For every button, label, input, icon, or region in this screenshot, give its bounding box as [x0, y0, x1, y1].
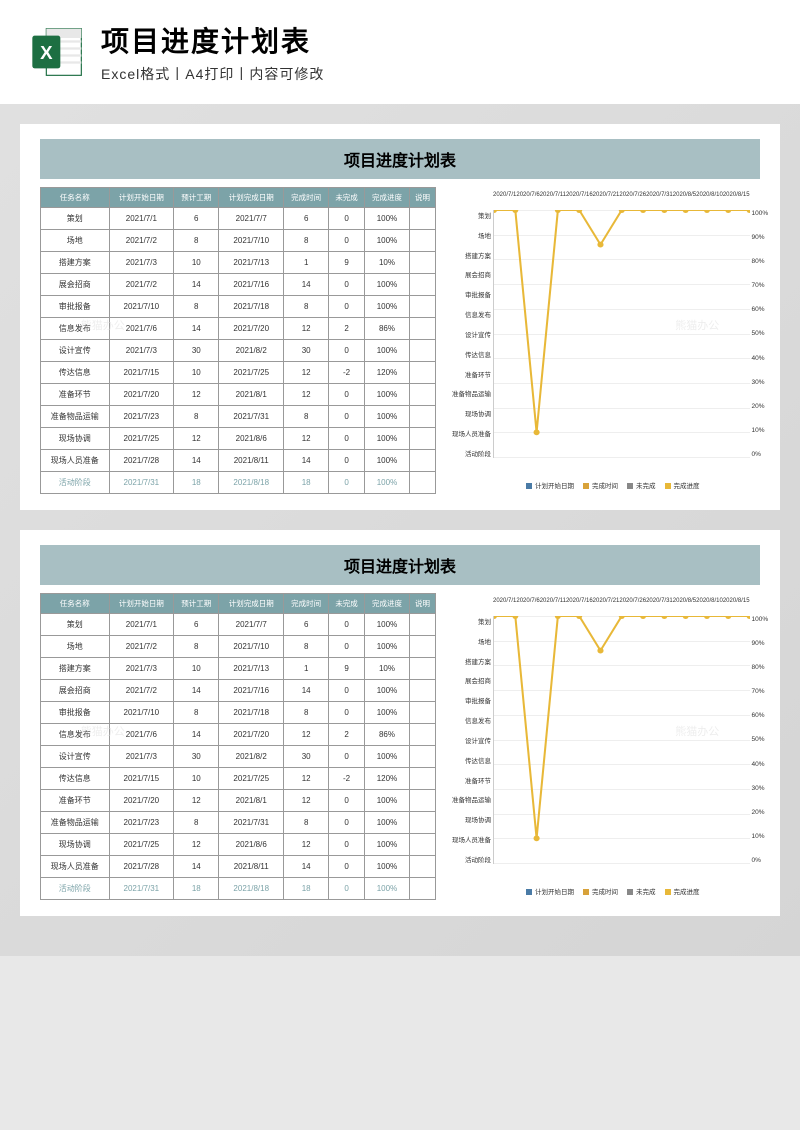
- table-row: 现场人员准备2021/7/28142021/8/11140100%: [41, 856, 436, 878]
- panel-title: 项目进度计划表: [48, 147, 752, 171]
- chart-legend: 计划开始日期完成时间未完成完成进度: [451, 480, 772, 490]
- chart-plot-area: [493, 616, 750, 864]
- table-row: 策划2021/7/162021/7/760100%: [41, 208, 436, 230]
- svg-text:X: X: [40, 42, 53, 63]
- table-summary-row: 活动阶段2021/7/31182021/8/18180100%: [41, 472, 436, 494]
- progress-chart: 2020/7/12020/7/62020/7/112020/7/162020/7…: [446, 593, 777, 901]
- table-row: 搭建方案2021/7/3102021/7/131910%: [41, 252, 436, 274]
- table-row: 场地2021/7/282021/7/1080100%: [41, 230, 436, 252]
- preview-area: 熊猫办公 熊猫办公 项目进度计划表 任务名称计划开始日期预计工期计划完成日期完成…: [0, 104, 800, 956]
- watermark: 熊猫办公: [81, 317, 125, 333]
- table-row: 准备环节2021/7/20122021/8/1120100%: [41, 384, 436, 406]
- chart-y-categories: 策划场地搭建方案展会招商审批报备信息发布设计宣传传达信息准备环节准备物品运输现场…: [451, 616, 491, 864]
- table-row: 展会招商2021/7/2142021/7/16140100%: [41, 274, 436, 296]
- table-row: 准备环节2021/7/20122021/8/1120100%: [41, 790, 436, 812]
- watermark: 熊猫办公: [81, 723, 125, 739]
- table-row: 策划2021/7/162021/7/760100%: [41, 614, 436, 636]
- chart-legend: 计划开始日期完成时间未完成完成进度: [451, 886, 772, 896]
- table-row: 准备物品运输2021/7/2382021/7/3180100%: [41, 406, 436, 428]
- chart-plot-area: [493, 210, 750, 458]
- header-text: 项目进度计划表 Excel格式丨A4打印丨内容可修改: [101, 20, 324, 84]
- table-header-row: 任务名称计划开始日期预计工期计划完成日期完成时间未完成完成进度说明: [41, 188, 436, 208]
- page-title: 项目进度计划表: [101, 20, 324, 60]
- table-row: 现场人员准备2021/7/28142021/8/11140100%: [41, 450, 436, 472]
- preview-page-1: 熊猫办公 熊猫办公 项目进度计划表 任务名称计划开始日期预计工期计划完成日期完成…: [20, 124, 780, 510]
- table-row: 传达信息2021/7/15102021/7/2512-2120%: [41, 768, 436, 790]
- table-row: 审批报备2021/7/1082021/7/1880100%: [41, 702, 436, 724]
- table-header-row: 任务名称计划开始日期预计工期计划完成日期完成时间未完成完成进度说明: [41, 594, 436, 614]
- table-row: 现场协调2021/7/25122021/8/6120100%: [41, 428, 436, 450]
- chart-y-pct: 100%90%80%70%60%50%40%30%20%10%0%: [752, 616, 772, 864]
- data-table: 任务名称计划开始日期预计工期计划完成日期完成时间未完成完成进度说明 策划2021…: [40, 593, 436, 901]
- table-row: 设计宣传2021/7/3302021/8/2300100%: [41, 746, 436, 768]
- excel-icon: X: [30, 24, 86, 80]
- table-row: 传达信息2021/7/15102021/7/2512-2120%: [41, 362, 436, 384]
- table-row: 场地2021/7/282021/7/1080100%: [41, 636, 436, 658]
- progress-chart: 2020/7/12020/7/62020/7/112020/7/162020/7…: [446, 187, 777, 495]
- table-row: 现场协调2021/7/25122021/8/6120100%: [41, 834, 436, 856]
- chart-y-categories: 策划场地搭建方案展会招商审批报备信息发布设计宣传传达信息准备环节准备物品运输现场…: [451, 210, 491, 458]
- panel-title-bar: 项目进度计划表: [40, 139, 760, 179]
- table-row: 展会招商2021/7/2142021/7/16140100%: [41, 680, 436, 702]
- table-row: 设计宣传2021/7/3302021/8/2300100%: [41, 340, 436, 362]
- table-row: 准备物品运输2021/7/2382021/7/3180100%: [41, 812, 436, 834]
- panel-title: 项目进度计划表: [48, 553, 752, 577]
- header: X 项目进度计划表 Excel格式丨A4打印丨内容可修改: [0, 0, 800, 104]
- chart-y-pct: 100%90%80%70%60%50%40%30%20%10%0%: [752, 210, 772, 458]
- table-summary-row: 活动阶段2021/7/31182021/8/18180100%: [41, 878, 436, 900]
- preview-page-2: 熊猫办公 熊猫办公 项目进度计划表 任务名称计划开始日期预计工期计划完成日期完成…: [20, 530, 780, 916]
- panel-title-bar: 项目进度计划表: [40, 545, 760, 585]
- data-table: 任务名称计划开始日期预计工期计划完成日期完成时间未完成完成进度说明 策划2021…: [40, 187, 436, 495]
- page-subtitle: Excel格式丨A4打印丨内容可修改: [101, 64, 324, 84]
- table-row: 审批报备2021/7/1082021/7/1880100%: [41, 296, 436, 318]
- table-row: 搭建方案2021/7/3102021/7/131910%: [41, 658, 436, 680]
